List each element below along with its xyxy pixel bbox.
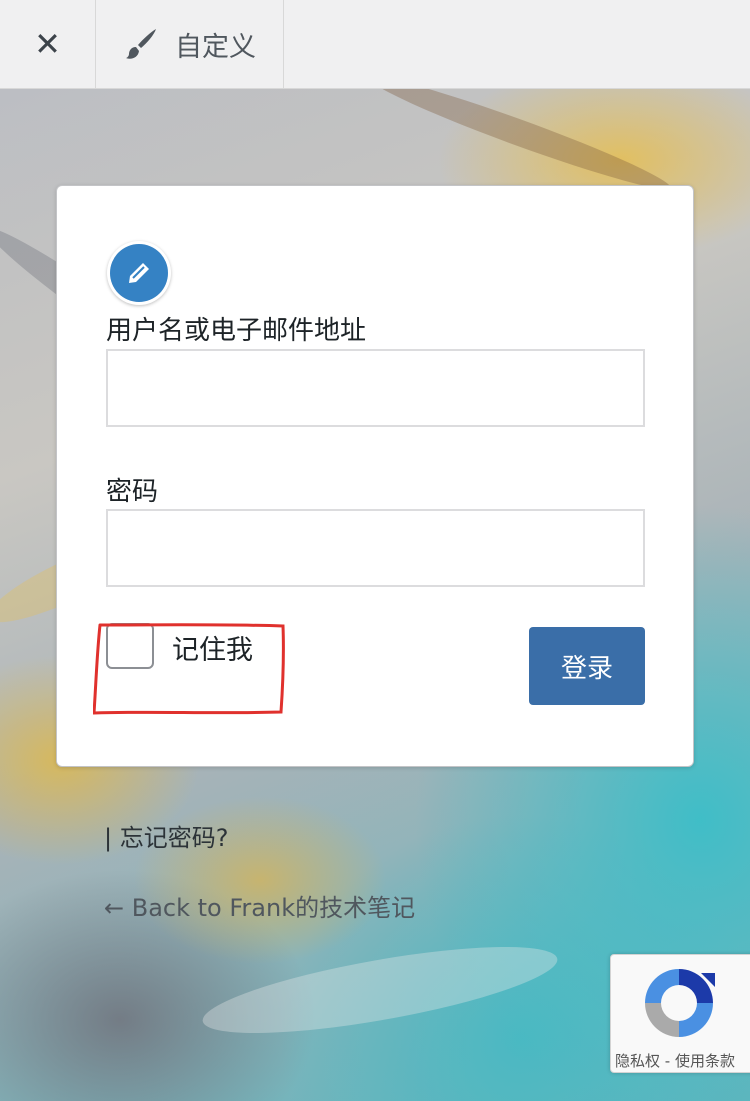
- login-page: ✕ 自定义 用户名或电子邮件地址 密码 记住我 登录 | 忘记密码? ← Bac…: [0, 0, 750, 1101]
- recaptcha-badge: 隐私权 - 使用条款: [610, 954, 750, 1073]
- customize-button[interactable]: 自定义: [96, 0, 284, 88]
- back-to-site-link[interactable]: ← Back to Frank的技术笔记: [104, 888, 415, 923]
- login-submit-button[interactable]: 登录: [529, 627, 645, 705]
- lost-password-link[interactable]: | 忘记密码?: [104, 818, 228, 853]
- edit-shortcut-button[interactable]: [107, 241, 171, 305]
- paintbrush-icon: [126, 29, 156, 59]
- username-input[interactable]: [106, 349, 645, 427]
- login-form: 用户名或电子邮件地址 密码 记住我 登录: [56, 185, 694, 767]
- recaptcha-privacy-link[interactable]: 隐私权: [615, 1052, 660, 1070]
- recaptcha-terms-link[interactable]: 使用条款: [675, 1052, 735, 1070]
- pencil-icon: [129, 263, 149, 283]
- password-label: 密码: [106, 477, 159, 507]
- username-label: 用户名或电子邮件地址: [106, 316, 367, 346]
- recaptcha-icon: [645, 969, 715, 1037]
- close-icon: ✕: [34, 25, 61, 63]
- customize-label: 自定义: [175, 31, 256, 63]
- red-highlight-annotation: [93, 623, 285, 715]
- recaptcha-separator: -: [664, 1052, 671, 1070]
- password-input[interactable]: [106, 509, 645, 587]
- close-button[interactable]: ✕: [0, 0, 96, 88]
- customizer-toolbar: ✕ 自定义: [0, 0, 750, 89]
- background-streak: [197, 929, 563, 1051]
